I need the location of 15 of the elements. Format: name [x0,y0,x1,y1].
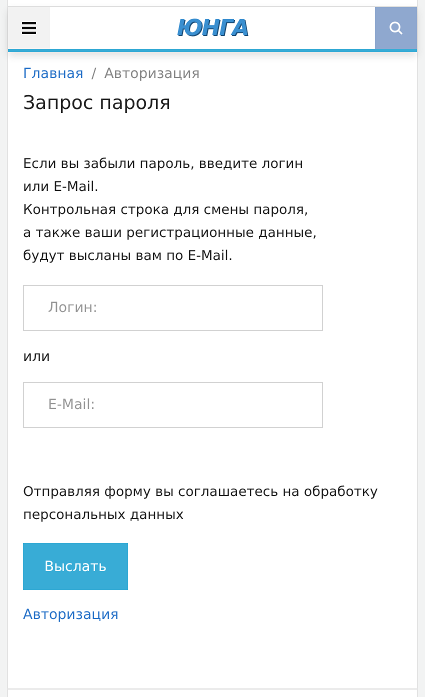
consent-text: Отправляя форму вы соглашаетесь на обработку персональных данных [23,483,379,525]
login-link[interactable]: Авторизация [23,607,119,623]
site-logo[interactable]: ЮНГА [176,16,248,40]
search-icon [389,21,403,35]
submit-button[interactable]: Выслать [23,543,128,590]
breadcrumb-current: Авторизация [104,66,200,82]
breadcrumb-link[interactable]: Главная [23,66,84,82]
or-text: или [23,349,52,365]
login-field[interactable]: Логин: [23,285,323,331]
breadcrumb-separator: / [91,66,96,82]
menu-icon [22,22,36,34]
instructions-text: Если вы забыли пароль, введите логин или E-Mail. Контрольная строка для смены пароля, а также ваши регистрационные данные, будут высланы вам по E-Mail. [23,155,318,266]
menu-button[interactable] [8,7,50,49]
email-field[interactable]: E-Mail: [23,382,323,428]
page-title: Запрос пароля [23,92,172,114]
